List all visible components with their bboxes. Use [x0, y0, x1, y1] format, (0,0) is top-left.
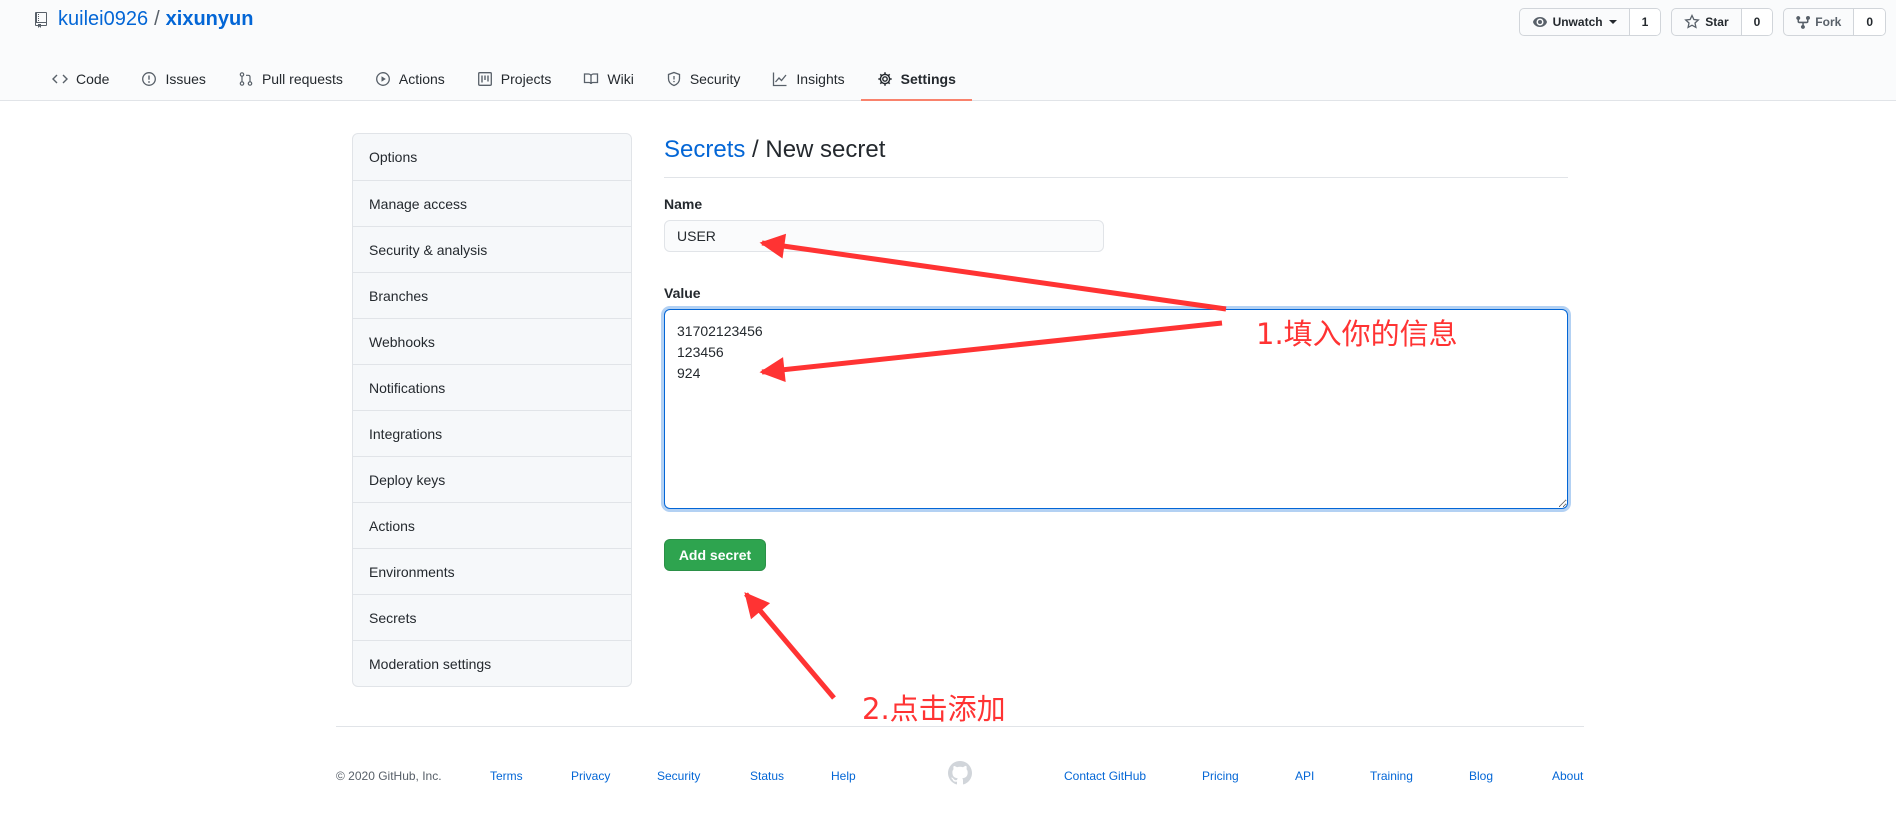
sidebar-item-environments[interactable]: Environments	[353, 548, 631, 594]
annotation-arrow-button	[744, 592, 836, 700]
fork-icon	[1796, 15, 1811, 29]
pull-request-icon	[239, 71, 253, 86]
tab-label: Security	[689, 70, 741, 87]
tab-pull-requests[interactable]: Pull requests	[222, 58, 359, 101]
footer-link-api[interactable]: API	[1295, 769, 1314, 783]
fork-button[interactable]: Fork	[1784, 9, 1855, 35]
star-label: Star	[1705, 15, 1729, 29]
graph-icon	[773, 72, 787, 86]
settings-sidebar-menu: Options Manage access Security & analysi…	[352, 133, 632, 687]
caret-down-icon	[1608, 20, 1617, 24]
tab-wiki[interactable]: Wiki	[567, 58, 649, 101]
sidebar-item-integrations[interactable]: Integrations	[353, 410, 631, 456]
page-title: Secrets / New secret	[664, 136, 1568, 178]
repo-nav-tabs: Code Issues Pull requests Actions Projec…	[36, 58, 972, 101]
watch-button-group: Unwatch 1	[1518, 8, 1662, 36]
footer-link-privacy[interactable]: Privacy	[571, 769, 610, 783]
sidebar-item-webhooks[interactable]: Webhooks	[353, 318, 631, 364]
sidebar-item-security-analysis[interactable]: Security & analysis	[353, 226, 631, 272]
watch-count[interactable]: 1	[1629, 9, 1661, 35]
footer-link-training[interactable]: Training	[1370, 769, 1413, 783]
unwatch-label: Unwatch	[1552, 15, 1603, 29]
tab-label: Settings	[900, 70, 956, 87]
annotation-note-click-add: 2.点击添加	[862, 692, 1006, 726]
sidebar-item-moderation-settings[interactable]: Moderation settings	[353, 640, 631, 686]
star-button[interactable]: Star	[1672, 9, 1742, 35]
footer-link-blog[interactable]: Blog	[1469, 769, 1493, 783]
tab-settings[interactable]: Settings	[860, 58, 972, 101]
repo-path-separator: /	[154, 8, 160, 30]
sidebar-item-secrets[interactable]: Secrets	[353, 594, 631, 640]
tab-label: Wiki	[607, 70, 634, 87]
tab-label: Projects	[500, 70, 552, 87]
sidebar-item-branches[interactable]: Branches	[353, 272, 631, 318]
project-icon	[477, 71, 492, 86]
star-button-group: Star 0	[1671, 8, 1774, 36]
play-icon	[375, 71, 390, 86]
github-mark-icon[interactable]	[948, 761, 972, 785]
tab-label: Code	[76, 70, 110, 87]
footer-copyright: © 2020 GitHub, Inc.	[336, 769, 442, 783]
repo-icon	[35, 11, 47, 28]
fork-count[interactable]: 0	[1854, 9, 1885, 35]
sidebar-item-deploy-keys[interactable]: Deploy keys	[353, 456, 631, 502]
tab-issues[interactable]: Issues	[125, 58, 221, 101]
shield-icon	[667, 71, 680, 86]
tab-label: Issues	[165, 70, 206, 87]
tab-security[interactable]: Security	[650, 58, 757, 101]
footer-link-status[interactable]: Status	[750, 769, 784, 783]
fork-button-group: Fork 0	[1783, 8, 1886, 36]
repo-actions: Unwatch 1 Star 0 Fork 0	[1518, 8, 1896, 36]
star-icon	[1684, 14, 1701, 29]
footer-link-help[interactable]: Help	[831, 769, 856, 783]
tab-actions[interactable]: Actions	[359, 58, 461, 101]
footer-link-security[interactable]: Security	[657, 769, 700, 783]
name-label: Name	[664, 196, 703, 212]
page-title-text: / New secret	[745, 136, 886, 163]
secret-name-input[interactable]	[664, 220, 1104, 252]
issue-icon	[142, 71, 157, 86]
tab-label: Actions	[398, 70, 445, 87]
annotation-arrow-name	[759, 233, 1227, 312]
sidebar-item-manage-access[interactable]: Manage access	[353, 180, 631, 226]
repo-title: kuilei0926 / xixunyun	[34, 8, 253, 31]
sidebar-item-actions[interactable]: Actions	[353, 502, 631, 548]
footer-link-contact[interactable]: Contact GitHub	[1064, 769, 1146, 783]
tab-label: Pull requests	[261, 70, 343, 87]
secrets-breadcrumb-link[interactable]: Secrets	[664, 136, 745, 163]
tab-projects[interactable]: Projects	[461, 58, 568, 101]
tab-code[interactable]: Code	[36, 58, 125, 101]
star-count[interactable]: 0	[1741, 9, 1773, 35]
code-icon	[52, 74, 68, 83]
repo-name-link[interactable]: xixunyun	[166, 8, 254, 31]
add-secret-button[interactable]: Add secret	[664, 539, 766, 571]
value-label: Value	[664, 285, 701, 301]
sidebar-item-options[interactable]: Options	[353, 134, 631, 180]
footer-link-about[interactable]: About	[1552, 769, 1583, 783]
footer-link-pricing[interactable]: Pricing	[1202, 769, 1239, 783]
footer-link-terms[interactable]: Terms	[490, 769, 523, 783]
annotation-note-fill-info: 1.填入你的信息	[1256, 317, 1458, 351]
unwatch-button[interactable]: Unwatch	[1520, 9, 1630, 35]
fork-label: Fork	[1815, 15, 1842, 29]
tab-label: Insights	[796, 70, 845, 87]
tab-insights[interactable]: Insights	[756, 58, 860, 101]
repo-header: kuilei0926 / xixunyun Unwatch 1 Star 0 F…	[0, 0, 1896, 101]
gear-icon	[877, 71, 892, 86]
page-footer: © 2020 GitHub, Inc. Terms Privacy Securi…	[336, 726, 1584, 785]
eye-icon	[1532, 17, 1547, 27]
sidebar-item-notifications[interactable]: Notifications	[353, 364, 631, 410]
book-icon	[584, 72, 599, 84]
repo-owner-link[interactable]: kuilei0926	[58, 8, 148, 31]
